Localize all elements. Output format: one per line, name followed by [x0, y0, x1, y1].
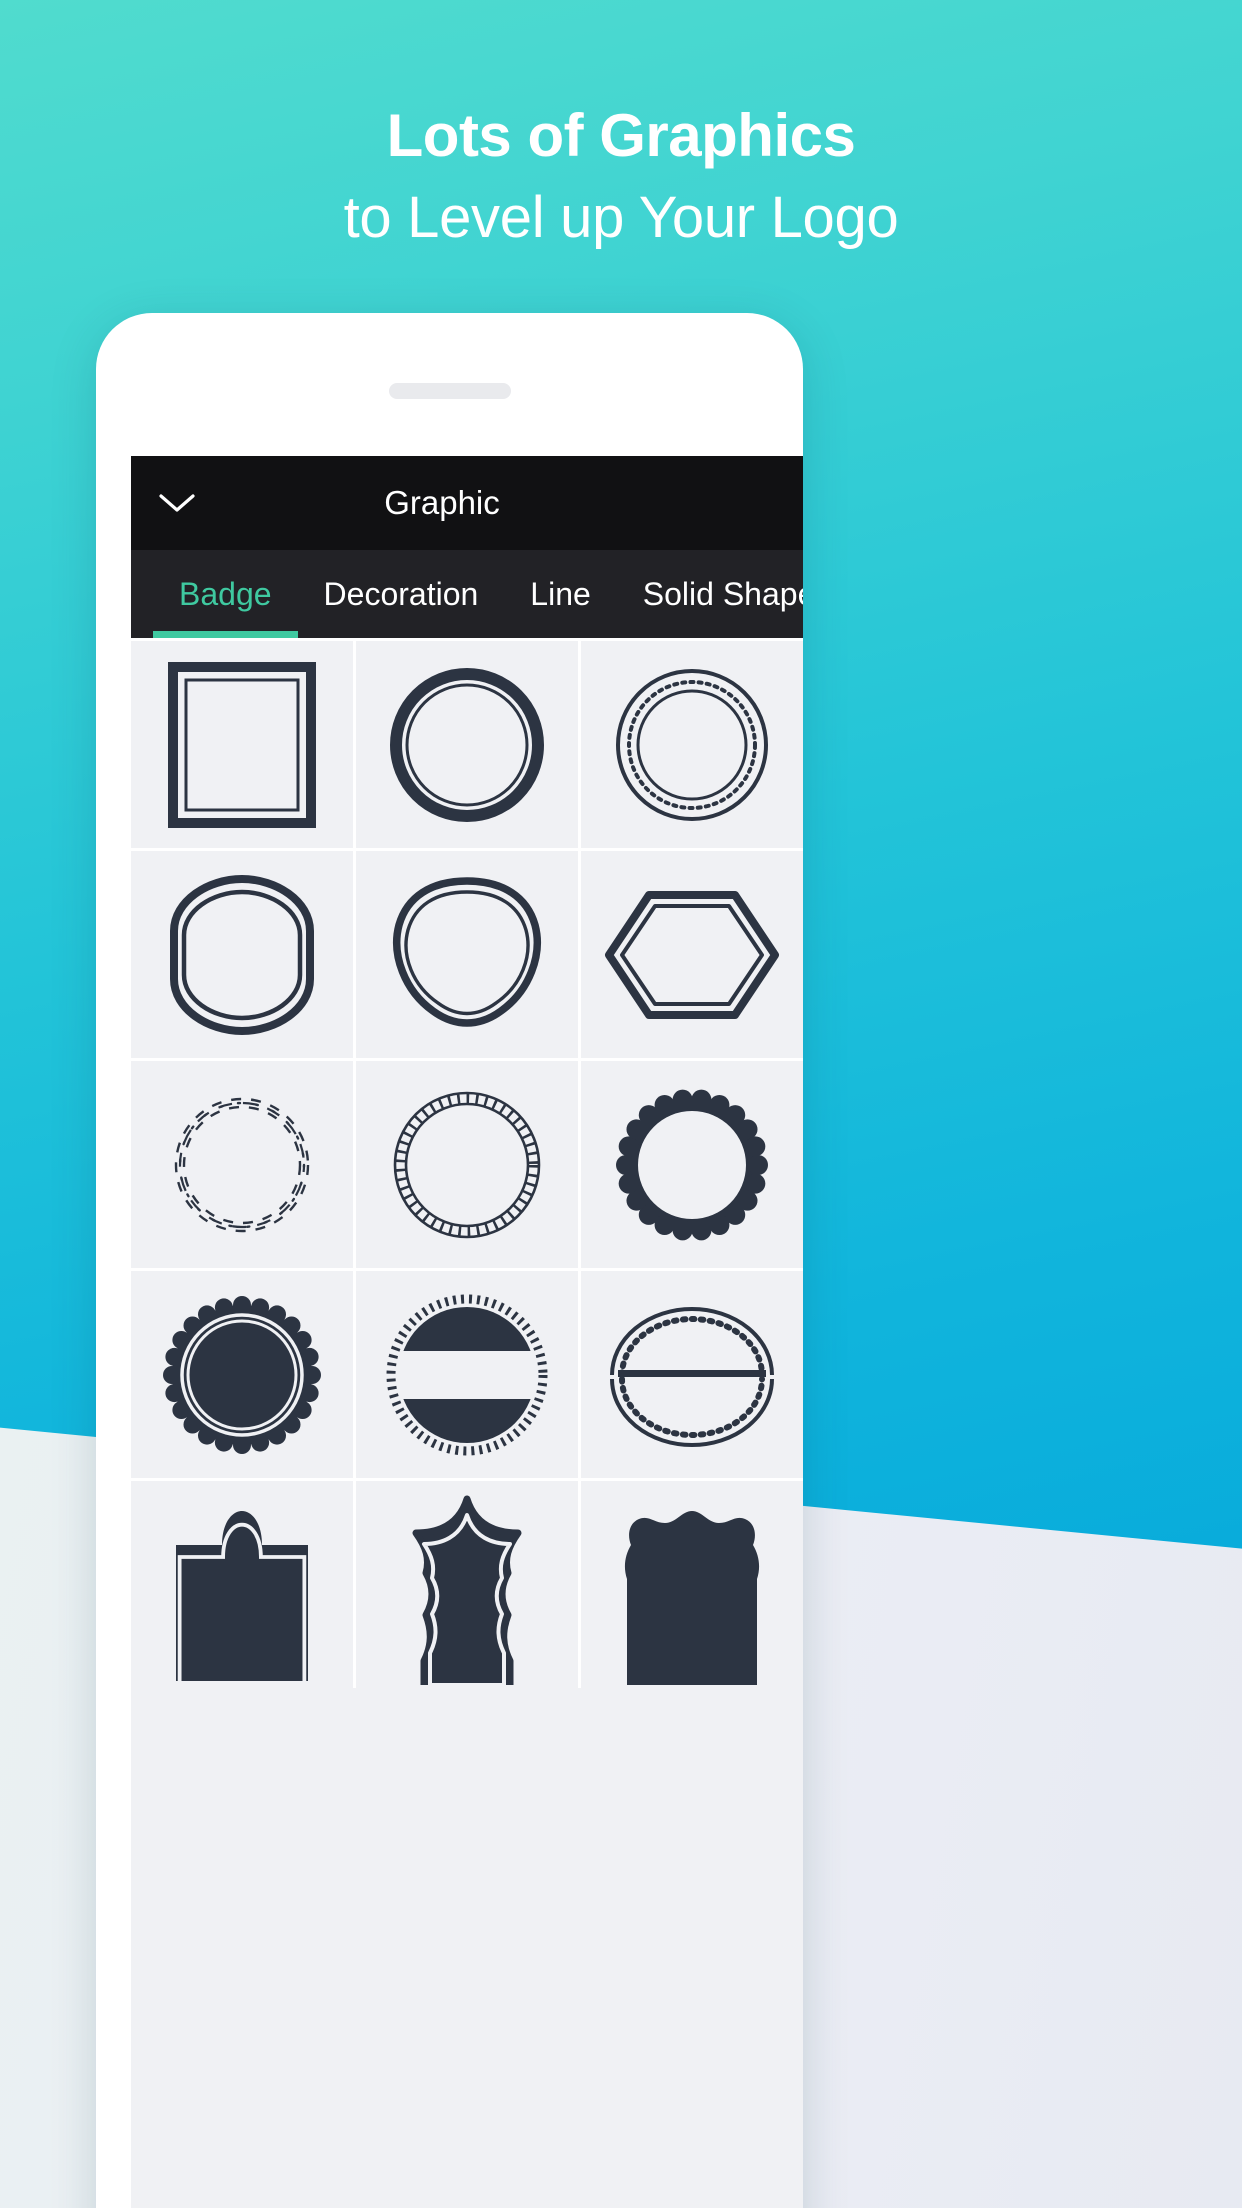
tab-solid-shape[interactable]: Solid Shape — [617, 550, 803, 638]
tab-line[interactable]: Line — [504, 550, 617, 638]
tab-line-label: Line — [530, 575, 591, 612]
badge-split-dotted-circle[interactable] — [581, 1271, 803, 1478]
tab-decoration[interactable]: Decoration — [298, 550, 505, 638]
tab-badge-label: Badge — [179, 575, 272, 612]
badge-double-rectangle-frame[interactable] — [131, 641, 353, 848]
tab-solid-shape-label: Solid Shape — [642, 575, 803, 612]
promo-headline: Lots of Graphics to Level up Your Logo — [0, 98, 1242, 256]
app-header-title: Graphic — [384, 484, 500, 521]
phone-mockup: Graphic Badge Decoration Line Solid Shap… — [96, 313, 803, 2208]
badge-scalloped-solid-ring-circle[interactable] — [131, 1271, 353, 1478]
badge-arched-plaque[interactable] — [131, 1481, 353, 1688]
badge-thick-circle-ring[interactable] — [356, 641, 578, 848]
badge-dotted-double-circle[interactable] — [581, 641, 803, 848]
badge-banded-solid-circle[interactable] — [356, 1271, 578, 1478]
badge-double-outline-wide-hexagon[interactable] — [581, 851, 803, 1058]
category-tab-bar: Badge Decoration Line Solid Shape — [131, 550, 803, 638]
headline-line-1: Lots of Graphics — [386, 102, 856, 169]
badge-scalloped-solid-circle[interactable] — [581, 1061, 803, 1268]
tab-badge[interactable]: Badge — [153, 550, 298, 638]
headline-line-2: to Level up Your Logo — [343, 185, 899, 250]
badge-double-outline-blob[interactable] — [356, 851, 578, 1058]
badge-braided-circle[interactable] — [131, 1061, 353, 1268]
phone-speaker-grill — [388, 383, 511, 399]
promo-screenshot: Lots of Graphics to Level up Your Logo G… — [0, 0, 1242, 2208]
tab-decoration-label: Decoration — [323, 575, 479, 612]
badge-rope-circle[interactable] — [356, 1061, 578, 1268]
badge-ornate-frame[interactable] — [356, 1481, 578, 1688]
app-header-bar: Graphic — [131, 456, 803, 550]
badge-scalloped-top-plaque[interactable] — [581, 1481, 803, 1688]
badge-double-outline-hexagon[interactable] — [131, 851, 353, 1058]
badge-grid — [131, 638, 803, 1688]
app-screen: Graphic Badge Decoration Line Solid Shap… — [131, 456, 803, 2208]
